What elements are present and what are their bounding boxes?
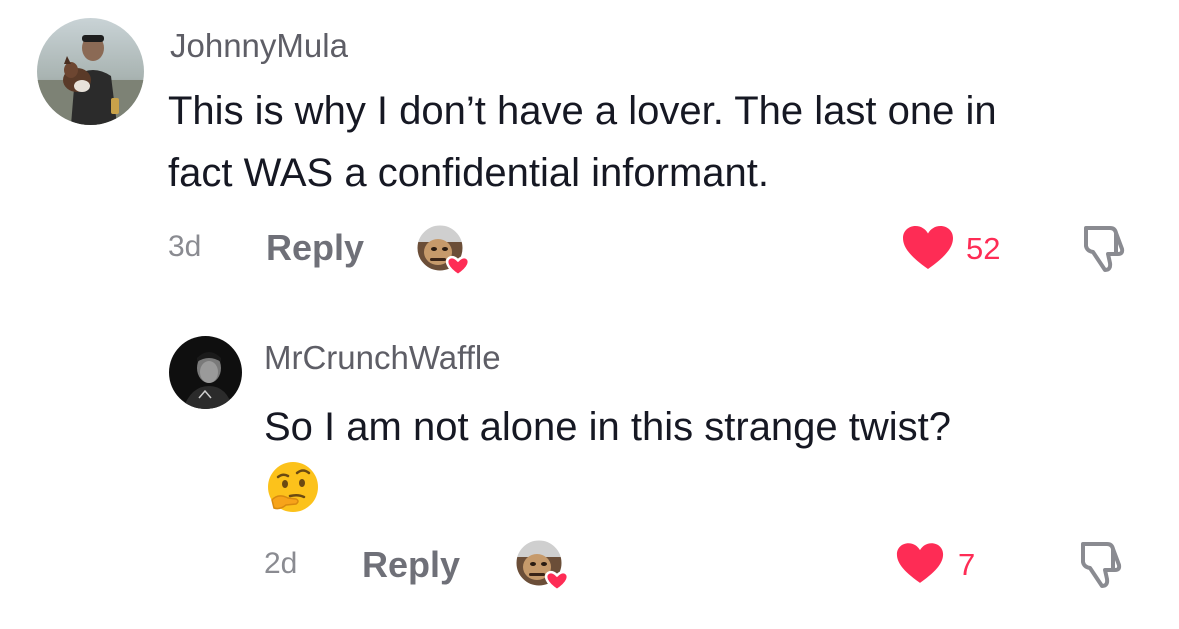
dislike-button[interactable] [1078,222,1132,274]
comment-text-line: So I am not alone in this strange twist? [264,405,952,449]
comment-text-line: This is why I don’t have a lover. The la… [168,89,997,133]
heart-icon [896,543,944,583]
creator-heart-avatar-icon [515,539,571,591]
reply-button[interactable]: Reply [266,230,364,266]
user-avatar[interactable] [37,18,144,125]
comment-username[interactable]: JohnnyMula [170,29,348,62]
like-button[interactable] [902,225,954,271]
user-avatar[interactable] [169,336,242,409]
comment-text-line: fact WAS a confidential informant. [168,151,770,195]
thinking-face-emoji [266,460,320,514]
comment-timestamp: 2d [264,547,298,580]
thumbs-down-icon [1084,226,1125,272]
like-count: 52 [966,231,1001,266]
like-count: 7 [958,547,976,582]
comment-text: So I am not alone in this strange twist? [264,396,1164,458]
comment-timestamp: 3d [168,230,202,263]
heart-icon [903,226,953,269]
reply-button[interactable]: Reply [362,547,460,583]
thumbs-down-icon [1081,542,1122,588]
comment-username[interactable]: MrCrunchWaffle [264,341,501,374]
like-button[interactable] [896,542,944,585]
creator-heart-avatar-icon [416,224,472,276]
comment-text: This is why I don’t have a lover. The la… [168,80,1168,204]
dislike-button[interactable] [1075,538,1129,590]
